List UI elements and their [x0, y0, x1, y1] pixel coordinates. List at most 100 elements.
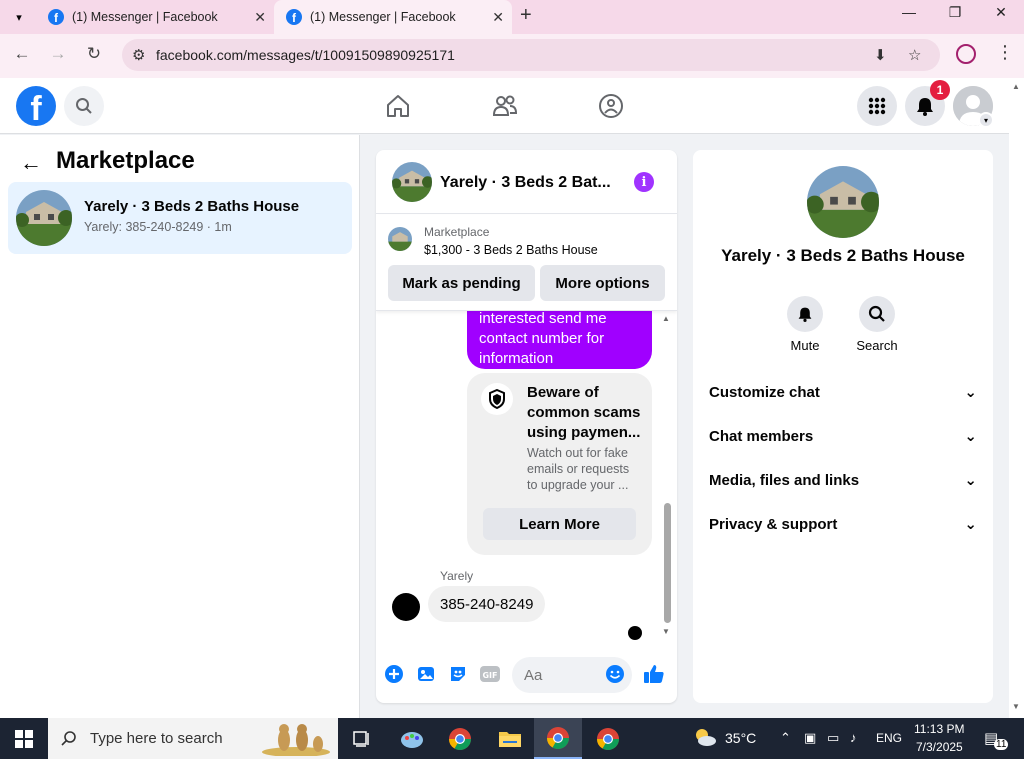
- seen-receipt-avatar: [628, 626, 642, 640]
- home-nav-button[interactable]: [384, 92, 412, 120]
- message-thread: interested send me contact number for in…: [376, 311, 677, 641]
- plus-circle-icon[interactable]: [383, 663, 405, 685]
- volume-icon[interactable]: ♪: [850, 730, 857, 745]
- scrollbar-thumb[interactable]: [664, 503, 671, 623]
- svg-text:GIF: GIF: [482, 671, 497, 680]
- marketplace-conversation-list: ← Marketplace Yarely · 3 Beds 2 Baths Ho…: [0, 135, 360, 718]
- info-icon[interactable]: i: [634, 172, 654, 192]
- sender-name: Yarely: [440, 569, 474, 583]
- gif-icon[interactable]: GIF: [479, 663, 501, 685]
- network-icon[interactable]: ▭: [827, 730, 839, 746]
- section-label: Customize chat: [709, 383, 820, 401]
- chevron-down-icon: ⌄: [964, 472, 977, 489]
- search-in-conversation-button[interactable]: Search: [847, 296, 907, 353]
- back-arrow-icon[interactable]: ←: [20, 150, 42, 176]
- message-composer: GIF: [376, 653, 677, 697]
- windows-start-button[interactable]: [0, 718, 48, 759]
- section-label: Media, files and links: [709, 471, 860, 489]
- bookmark-star-icon[interactable]: ☆: [908, 46, 921, 64]
- listing-price-title[interactable]: $1,300 - 3 Beds 2 Baths House: [424, 243, 598, 257]
- mark-as-pending-button[interactable]: Mark as pending: [388, 265, 535, 301]
- privacy-support-section[interactable]: Privacy & support ⌄: [709, 502, 977, 546]
- input-language[interactable]: ENG: [876, 731, 902, 745]
- taskbar-app-chrome-profile-2[interactable]: [584, 718, 632, 759]
- back-arrow-icon[interactable]: ←: [10, 44, 34, 64]
- meet-now-icon[interactable]: ▣: [804, 730, 816, 746]
- chrome-icon: [547, 726, 569, 749]
- scam-warning-title: Beware of common scams using paymen...: [527, 384, 641, 441]
- conversation-preview: Yarely: 385-240-8249 · 1m: [84, 220, 232, 234]
- reload-icon[interactable]: ↻: [82, 44, 106, 64]
- site-info-icon[interactable]: ⚙: [132, 46, 145, 64]
- taskbar-search-box[interactable]: Type here to search: [48, 718, 338, 759]
- browser-menu-icon[interactable]: ⋮: [996, 42, 1014, 63]
- clock-date[interactable]: 7/3/2025: [916, 740, 963, 754]
- conversation-info-panel: Yarely · 3 Beds 2 Baths House Mute Searc…: [693, 150, 993, 703]
- browser-profile-icon[interactable]: [956, 44, 976, 64]
- new-tab-icon[interactable]: +: [520, 4, 532, 27]
- scroll-down-arrow-icon[interactable]: ▼: [662, 627, 670, 636]
- clock-time[interactable]: 11:13 PM: [914, 722, 964, 736]
- learn-more-button[interactable]: Learn More: [483, 508, 636, 540]
- tab-search-dropdown-icon[interactable]: ▾: [8, 6, 30, 28]
- task-view-button[interactable]: [338, 718, 386, 759]
- chevron-down-icon: ⌄: [964, 384, 977, 401]
- shield-icon: [481, 383, 513, 415]
- groups-icon: [599, 94, 623, 118]
- taskbar-app-file-explorer[interactable]: [486, 718, 534, 759]
- close-tab-icon[interactable]: ✕: [254, 9, 266, 26]
- emoji-icon[interactable]: [604, 663, 626, 685]
- close-tab-icon[interactable]: ✕: [492, 9, 504, 26]
- thumbs-up-icon[interactable]: [643, 663, 665, 685]
- scroll-down-arrow-icon[interactable]: ▼: [1012, 702, 1020, 711]
- chevron-down-icon[interactable]: ▾: [978, 112, 994, 128]
- chevron-down-icon: ⌄: [964, 516, 977, 533]
- search-label: Search: [856, 338, 898, 353]
- sender-avatar[interactable]: [392, 593, 420, 621]
- mute-label: Mute: [790, 338, 820, 353]
- close-window-icon[interactable]: ✕: [981, 4, 1021, 21]
- incoming-message-bubble: 385-240-8249: [428, 586, 546, 622]
- taskbar-app-chrome-active[interactable]: [534, 718, 582, 759]
- scroll-up-arrow-icon[interactable]: ▲: [1012, 82, 1020, 91]
- minimize-window-icon[interactable]: —: [889, 4, 929, 20]
- page-title: Marketplace: [56, 147, 195, 174]
- media-files-links-section[interactable]: Media, files and links ⌄: [709, 458, 977, 502]
- facebook-favicon-icon: f: [286, 9, 302, 25]
- scam-warning-card: Beware of common scams using paymen... W…: [467, 373, 652, 555]
- facebook-logo-icon[interactable]: f: [16, 86, 56, 126]
- outgoing-message-bubble: interested send me contact number for in…: [467, 311, 652, 369]
- show-hidden-icons-chevron-up-icon[interactable]: ⌃: [780, 730, 791, 746]
- taskbar-app-paint[interactable]: [388, 718, 436, 759]
- more-options-button[interactable]: More options: [540, 265, 665, 301]
- restore-window-icon[interactable]: ❐: [935, 4, 975, 21]
- address-bar[interactable]: ⚙ facebook.com/messages/t/10091509890925…: [122, 39, 940, 71]
- conversation-item[interactable]: Yarely · 3 Beds 2 Baths House Yarely: 38…: [8, 182, 352, 254]
- folder-icon: [499, 731, 521, 747]
- photo-icon[interactable]: [415, 663, 437, 685]
- menu-grid-button[interactable]: [857, 86, 897, 126]
- chat-members-section[interactable]: Chat members ⌄: [709, 414, 977, 458]
- scroll-up-arrow-icon[interactable]: ▲: [662, 314, 670, 323]
- browser-tab-2[interactable]: f (1) Messenger | Facebook ✕: [274, 0, 512, 34]
- listing-thumbnail: [807, 166, 879, 238]
- listing-thumbnail: [16, 190, 72, 246]
- groups-nav-button[interactable]: [597, 92, 625, 120]
- facebook-search-button[interactable]: [64, 86, 104, 126]
- browser-toolbar: ← → ↻ ⚙ facebook.com/messages/t/10091509…: [0, 34, 1024, 78]
- weather-sunny-cloudy-icon[interactable]: [692, 726, 718, 748]
- chat-scrollbar[interactable]: ▲ ▼: [662, 311, 672, 641]
- chat-title[interactable]: Yarely · 3 Beds 2 Bat...: [440, 174, 612, 192]
- page-scrollbar[interactable]: ▲ ▼: [1009, 78, 1024, 718]
- forward-arrow-icon[interactable]: →: [46, 44, 70, 64]
- customize-chat-section[interactable]: Customize chat ⌄: [709, 370, 977, 414]
- sticker-icon[interactable]: [447, 663, 469, 685]
- install-app-icon[interactable]: ⬇: [874, 46, 887, 64]
- mute-button[interactable]: Mute: [775, 296, 835, 353]
- friends-nav-button[interactable]: [491, 92, 519, 120]
- browser-tab-1[interactable]: f (1) Messenger | Facebook ✕: [36, 0, 274, 34]
- taskbar-app-chrome-profile-1[interactable]: [436, 718, 484, 759]
- listing-thumbnail[interactable]: [392, 162, 432, 202]
- url-text: facebook.com/messages/t/1009150989092517…: [156, 47, 455, 63]
- tab-title: (1) Messenger | Facebook: [310, 10, 456, 24]
